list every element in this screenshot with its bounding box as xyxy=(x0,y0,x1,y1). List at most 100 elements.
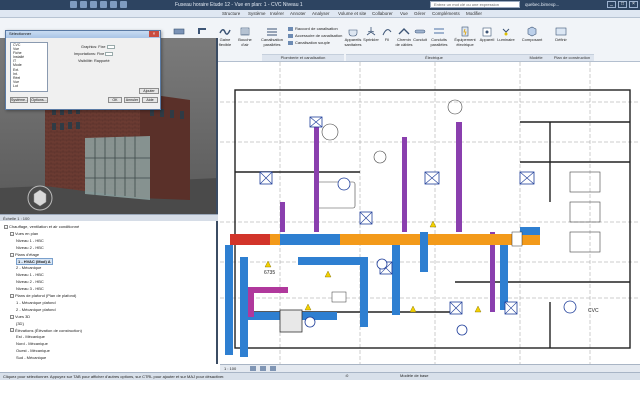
tree-expander-icon[interactable]: - xyxy=(10,293,14,298)
browser-item[interactable]: 1 - Mécanique plafond xyxy=(16,300,56,305)
redo-icon[interactable] xyxy=(100,1,107,8)
imports-field[interactable]: Importations: Fixe xyxy=(74,52,114,56)
cable-tray-button[interactable]: Chemin de câbles xyxy=(395,26,413,47)
add-button[interactable]: Ajouter xyxy=(139,88,159,94)
browser-item[interactable]: 2 - Mécanique plafond xyxy=(16,307,56,312)
browser-item-label: Nord - Mécanique xyxy=(16,341,48,347)
pipe-fitting-button[interactable]: Raccord de canalisation xyxy=(288,26,338,31)
tab-vue[interactable]: Vue xyxy=(400,11,408,16)
browser-item-label: Vues 3D xyxy=(15,313,31,319)
browser-item[interactable]: Ouest - Mécanique xyxy=(16,348,50,353)
conduit-button[interactable]: Conduit xyxy=(412,26,428,43)
panel-work-plane: Plan de construction xyxy=(550,54,594,61)
system-button[interactable]: Système... xyxy=(10,97,28,103)
tab-systeme[interactable]: Système xyxy=(248,11,266,16)
print-icon[interactable] xyxy=(110,1,117,8)
graphics-input[interactable] xyxy=(106,45,115,49)
browser-item-label: Niveau 3 - HBC xyxy=(16,286,44,292)
scale-selector[interactable]: 1 : 100 xyxy=(224,366,236,371)
ok-button[interactable]: OK xyxy=(108,97,122,103)
tree-expander-icon[interactable]: - xyxy=(10,314,14,319)
pipe-accessory-button[interactable]: Accessoire de canalisation xyxy=(288,33,342,38)
browser-item[interactable]: Est - Mécanique xyxy=(16,334,45,339)
sprinkler-button[interactable]: Sprinkler xyxy=(362,26,380,43)
tab-collaborer[interactable]: Collaborer xyxy=(372,11,393,16)
browser-item[interactable]: Nord - Mécanique xyxy=(16,341,48,346)
flex-pipe-icon xyxy=(288,40,293,45)
tab-modifier[interactable]: Modifier xyxy=(466,11,482,16)
window-controls: _ □ × xyxy=(607,1,638,8)
tab-gerer[interactable]: Gérer xyxy=(414,11,426,16)
browser-item[interactable]: Niveau 3 - HBC xyxy=(16,286,44,291)
parallel-pipes-button[interactable]: Canalisation parallèles xyxy=(258,26,286,47)
browser-item[interactable]: Sud - Mécanique xyxy=(16,355,46,360)
help-button[interactable]: Aide xyxy=(142,97,158,103)
tab-structure[interactable]: Structure xyxy=(222,11,240,16)
wire-button[interactable]: Fil xyxy=(380,26,394,43)
device-button[interactable]: Appareil xyxy=(478,26,496,43)
browser-item[interactable]: - Chauffage, ventilation et air condition… xyxy=(4,224,79,229)
tab-inserer[interactable]: Insérer xyxy=(270,11,284,16)
cancel-button[interactable]: Annuler xyxy=(124,97,140,103)
duct-icon xyxy=(173,28,185,35)
tree-expander-icon[interactable]: - xyxy=(10,252,14,257)
undo-icon[interactable] xyxy=(90,1,97,8)
selection-dialog: Sélectionner × CVC Vue Fiche Installé IT… xyxy=(5,30,161,110)
tree-expander-icon[interactable]: - xyxy=(4,224,8,229)
browser-item[interactable]: 2 - Mécanique xyxy=(16,265,41,270)
browser-item[interactable]: - Vues en plan xyxy=(10,231,38,236)
maximize-button[interactable]: □ xyxy=(618,1,627,8)
minimize-button[interactable]: _ xyxy=(607,1,616,8)
user-name[interactable]: quebec.bimexp... xyxy=(525,2,559,7)
flex-pipe-button[interactable]: Canalisation souple xyxy=(288,40,330,45)
open-icon[interactable] xyxy=(70,1,77,8)
browser-item[interactable]: - Élévations (Élévation de construction) xyxy=(10,328,82,333)
save-icon[interactable] xyxy=(80,1,87,8)
browser-item[interactable]: 1 - HVAC (Mod) A xyxy=(16,257,53,265)
browser-item[interactable]: - Vues 3D xyxy=(10,314,30,319)
tab-annoter[interactable]: Annoter xyxy=(290,11,306,16)
set-workplane-button[interactable]: Définir xyxy=(552,26,570,43)
tree-expander-icon[interactable]: - xyxy=(10,231,14,236)
component-button[interactable]: Composant xyxy=(520,26,544,43)
dialog-category-list[interactable]: CVC Vue Fiche Installé IT Mode Ext. Int.… xyxy=(10,42,48,92)
browser-item[interactable]: - Plans d'étage xyxy=(10,252,39,257)
plan-tag-label: CVC xyxy=(588,308,599,314)
electrical-equipment-button[interactable]: Équipement électrique xyxy=(452,26,478,47)
browser-item[interactable]: Niveau 2 - HBC xyxy=(16,245,44,250)
lighting-fixture-button[interactable]: Luminaire xyxy=(496,26,516,43)
browser-item[interactable]: Niveau 2 - HBC xyxy=(16,279,44,284)
search-input[interactable]: Entrez un mot clé ou une expression xyxy=(430,1,520,8)
sun-path-icon[interactable] xyxy=(270,366,276,371)
detail-level-icon[interactable] xyxy=(250,366,256,371)
tab-volume[interactable]: Volume et site xyxy=(338,11,366,16)
tree-expander-icon[interactable]: - xyxy=(10,328,14,333)
measure-icon[interactable] xyxy=(120,1,127,8)
view-control-bar: 1 : 100 xyxy=(220,364,640,372)
visual-style-icon[interactable] xyxy=(260,366,266,371)
air-terminal-button[interactable]: Bouche d'air xyxy=(236,26,254,47)
graphics-field[interactable]: Graphics: Fixe xyxy=(81,45,115,49)
status-message: Cliquez pour sélectionner. Appuyez sur T… xyxy=(3,374,225,379)
browser-item[interactable]: Niveau 1 - HBC xyxy=(16,238,44,243)
list-item[interactable]: Lot xyxy=(13,84,47,88)
tab-complements[interactable]: Compléments xyxy=(432,11,460,16)
browser-item-label: 2 - Mécanique xyxy=(16,265,42,271)
floor-plan-view[interactable]: 6735 CVC xyxy=(220,62,640,364)
browser-item[interactable]: - Plans de plafond (Plan de plafond) xyxy=(10,293,76,298)
set-workplane-icon xyxy=(555,27,567,36)
browser-item[interactable]: Niveau 1 - HBC xyxy=(16,272,44,277)
dialog-close-button[interactable]: × xyxy=(149,31,159,37)
flex-duct-button[interactable]: Gaine flexible xyxy=(216,26,234,47)
visibility-field[interactable]: Visibilité: Rapporté xyxy=(78,59,110,63)
imports-input[interactable] xyxy=(105,52,114,56)
options-button[interactable]: Options... xyxy=(30,97,48,103)
close-button[interactable]: × xyxy=(629,1,638,8)
plumbing-fixture-button[interactable]: Appareils sanitaires xyxy=(342,26,364,47)
tab-analyser[interactable]: Analyser xyxy=(312,11,330,16)
browser-item-label: Élévations (Élévation de construction) xyxy=(15,327,82,333)
cable-tray-icon xyxy=(398,28,410,35)
parallel-conduits-button[interactable]: Conduits parallèles xyxy=(428,26,450,47)
browser-item[interactable]: {3D} xyxy=(16,321,24,326)
status-model[interactable]: Modèle de base xyxy=(400,372,428,380)
